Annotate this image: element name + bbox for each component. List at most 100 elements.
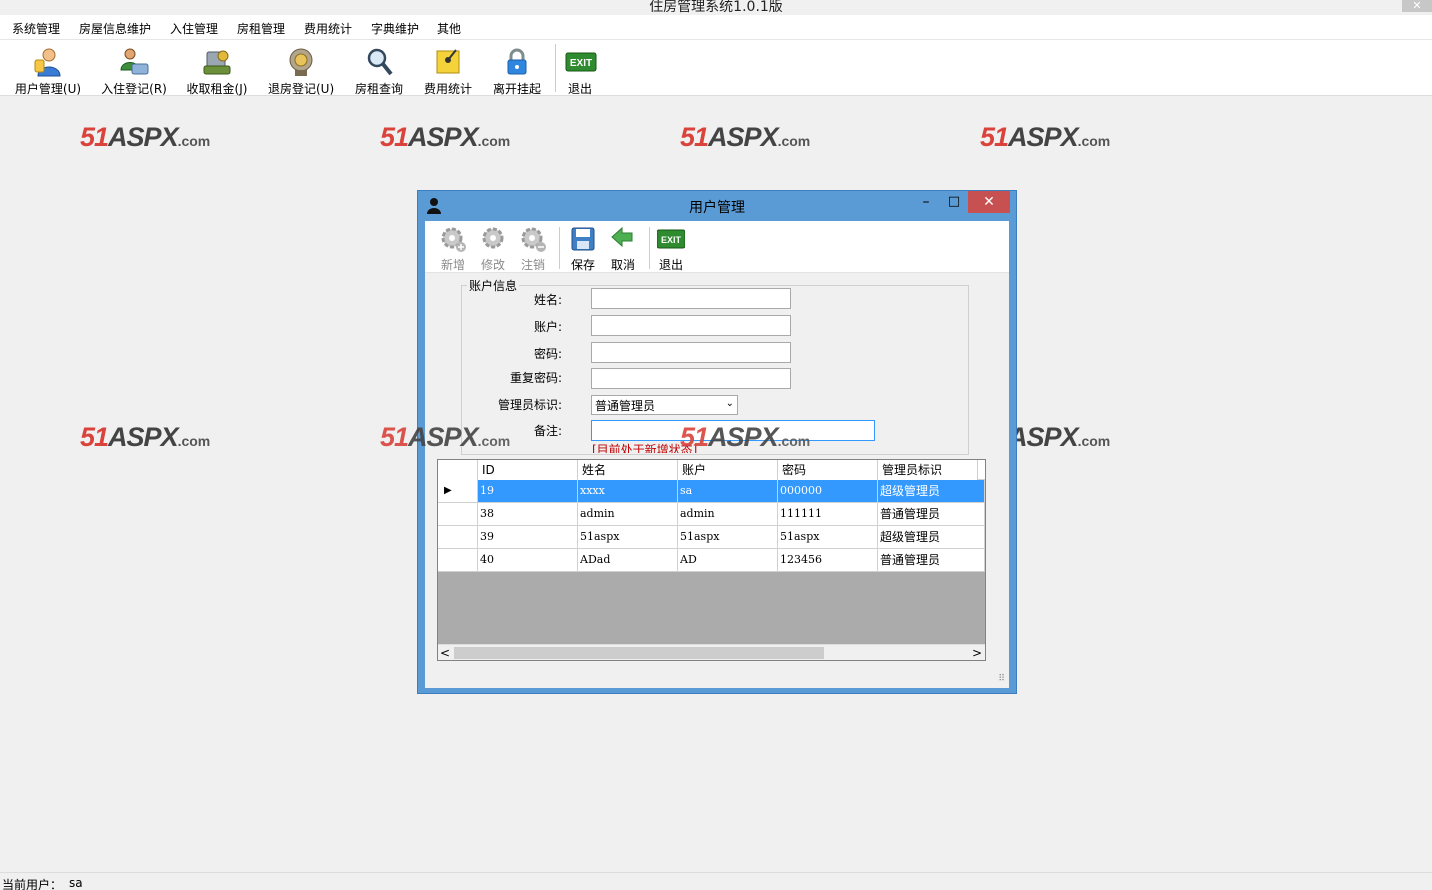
cell-id[interactable]: 39 [478, 526, 578, 548]
maximize-button[interactable]: □ [946, 195, 962, 211]
row-header[interactable] [438, 526, 478, 548]
menu-rent[interactable]: 房租管理 [237, 20, 285, 37]
table-row[interactable]: 39 51aspx 51aspx 51aspx 超级管理员 [438, 526, 985, 549]
password-field[interactable] [591, 342, 791, 363]
app-title: 住房管理系统1.0.1版 [649, 0, 783, 15]
table-row[interactable]: 40 ADad AD 123456 普通管理员 [438, 549, 985, 572]
dialog-toolbar: 新增 修改 注销 保存 取消 EXIT 退出 [425, 221, 1009, 273]
save-button[interactable]: 保存 [563, 225, 603, 273]
deregister-label: 注销 [520, 258, 545, 272]
row-header[interactable] [438, 503, 478, 525]
cell-admin-flag[interactable]: 超级管理员 [878, 526, 985, 548]
app-title-bar: 住房管理系统1.0.1版 ✕ [0, 0, 1432, 15]
current-user-value: sa [69, 876, 83, 890]
exit-badge-text: EXIT [661, 235, 682, 245]
repeat-password-field[interactable] [591, 368, 791, 389]
resize-grip-icon[interactable]: ⠿ [998, 674, 1005, 684]
column-header-admin-flag[interactable]: 管理员标识 [878, 460, 978, 480]
admin-flag-label: 管理员标识: [497, 398, 562, 412]
watermark-logo: 51ASPX.com [380, 422, 511, 452]
row-header-corner [438, 460, 478, 480]
app-close-button[interactable]: ✕ [1402, 0, 1432, 12]
watermark-logo: 51ASPX.com [980, 122, 1111, 152]
checkout-button[interactable]: 退房登记(U) [268, 46, 334, 96]
magnifier-icon [367, 48, 393, 76]
current-row-marker-icon: ▶ [444, 485, 452, 496]
column-header-password[interactable]: 密码 [778, 460, 878, 480]
cell-account[interactable]: admin [678, 503, 778, 525]
cancel-label: 取消 [610, 258, 635, 272]
cell-name[interactable]: ADad [578, 549, 678, 571]
cell-admin-flag[interactable]: 普通管理员 [878, 549, 985, 571]
cell-name[interactable]: admin [578, 503, 678, 525]
column-header-account[interactable]: 账户 [678, 460, 778, 480]
table-row[interactable]: ▶ 19 xxxx sa 000000 超级管理员 [438, 480, 985, 503]
horizontal-scrollbar[interactable]: < > [438, 644, 985, 660]
menu-fee-stats[interactable]: 费用统计 [304, 20, 352, 37]
cell-admin-flag[interactable]: 普通管理员 [878, 503, 985, 525]
password-label: 密码: [533, 347, 562, 361]
menu-dictionary[interactable]: 字典维护 [371, 20, 419, 37]
cancel-button[interactable]: 取消 [603, 225, 643, 273]
collect-rent-button[interactable]: 收取租金(J) [186, 46, 248, 96]
collect-rent-label: 收取租金(J) [186, 82, 248, 96]
row-header[interactable] [438, 549, 478, 571]
gear-remove-icon [521, 227, 546, 252]
user-manage-icon [34, 48, 61, 77]
column-header-name[interactable]: 姓名 [578, 460, 678, 480]
gear-add-icon [441, 227, 466, 252]
dialog-title-bar[interactable]: 用户管理 – □ ✕ [418, 191, 1016, 221]
menu-checkin[interactable]: 入住管理 [170, 20, 218, 37]
cell-account[interactable]: AD [678, 549, 778, 571]
user-manage-button[interactable]: 用户管理(U) [14, 46, 82, 96]
cell-name[interactable]: xxxx [578, 480, 678, 502]
menu-system[interactable]: 系统管理 [12, 20, 60, 37]
watermark-logo: 51ASPX.com [80, 122, 211, 152]
cell-id[interactable]: 40 [478, 549, 578, 571]
leave-suspend-label: 离开挂起 [492, 82, 541, 96]
grid-header: ID 姓名 账户 密码 管理员标识 [438, 460, 985, 480]
close-button[interactable]: ✕ [968, 191, 1010, 213]
row-header[interactable]: ▶ [438, 480, 478, 502]
add-button[interactable]: 新增 [433, 225, 473, 273]
account-label: 账户: [533, 320, 562, 334]
menu-other[interactable]: 其他 [437, 20, 461, 37]
cell-password[interactable]: 51aspx [778, 526, 878, 548]
scroll-left-icon[interactable]: < [440, 645, 450, 661]
dialog-exit-button[interactable]: EXIT 退出 [651, 225, 691, 273]
cell-name[interactable]: 51aspx [578, 526, 678, 548]
name-field[interactable] [591, 288, 791, 309]
cell-admin-flag[interactable]: 超级管理员 [878, 480, 985, 502]
deregister-button[interactable]: 注销 [513, 225, 553, 273]
cell-password[interactable]: 000000 [778, 480, 878, 502]
exit-button[interactable]: EXIT 退出 [565, 46, 597, 96]
minimize-button[interactable]: – [918, 195, 934, 211]
rent-query-button[interactable]: 房租查询 [354, 46, 404, 96]
dialog-exit-label: 退出 [658, 258, 683, 272]
menu-house-info[interactable]: 房屋信息维护 [79, 20, 151, 37]
exit-badge-text: EXIT [570, 58, 592, 69]
checkout-icon [289, 48, 313, 76]
cell-account[interactable]: 51aspx [678, 526, 778, 548]
checkin-button[interactable]: 入住登记(R) [101, 46, 167, 96]
user-grid: ID 姓名 账户 密码 管理员标识 ▶ 19 xxxx sa 000000 超级… [437, 459, 986, 661]
scrollbar-thumb[interactable] [454, 647, 824, 659]
edit-button[interactable]: 修改 [473, 225, 513, 273]
exit-icon: EXIT [565, 52, 597, 72]
cell-id[interactable]: 38 [478, 503, 578, 525]
scroll-right-icon[interactable]: > [972, 645, 982, 661]
add-label: 新增 [440, 258, 465, 272]
cell-account[interactable]: sa [678, 480, 778, 502]
fee-stats-button[interactable]: 费用统计 [423, 46, 473, 96]
account-field[interactable] [591, 315, 791, 336]
admin-flag-select[interactable]: 普通管理员 ⌄ [591, 395, 738, 415]
cell-id[interactable]: 19 [478, 480, 578, 502]
cell-password[interactable]: 111111 [778, 503, 878, 525]
leave-suspend-button[interactable]: 离开挂起 [492, 46, 542, 96]
column-header-id[interactable]: ID [478, 460, 578, 480]
lock-icon [507, 48, 527, 75]
table-row[interactable]: 38 admin admin 111111 普通管理员 [438, 503, 985, 526]
gear-edit-icon [482, 227, 504, 249]
cell-password[interactable]: 123456 [778, 549, 878, 571]
toolbar-separator [555, 44, 556, 92]
